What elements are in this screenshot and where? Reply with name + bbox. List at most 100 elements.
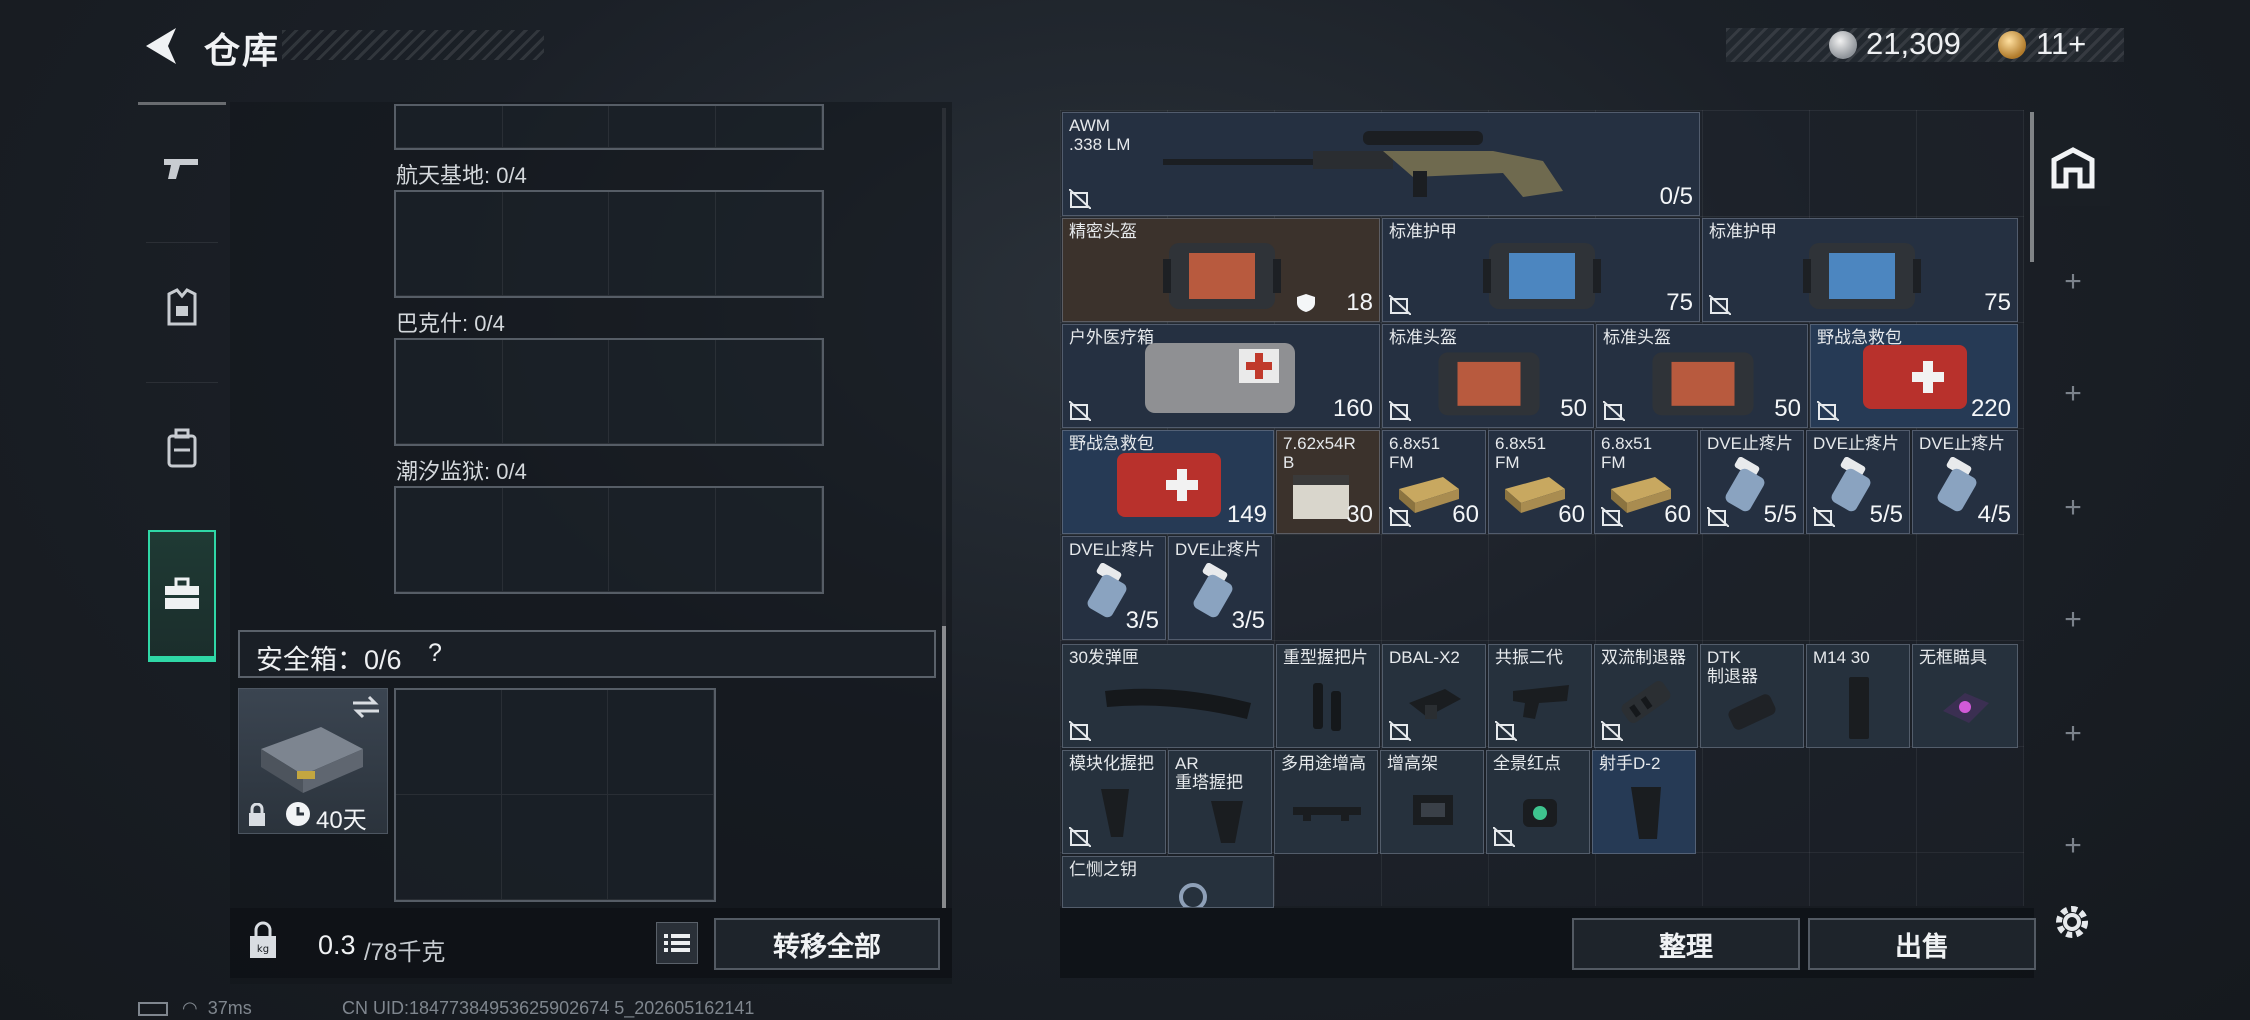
stash-item[interactable]: 精密头盔 18 <box>1062 218 1380 322</box>
map-slot-grid[interactable] <box>394 486 824 594</box>
grip-icon <box>1101 789 1129 837</box>
stash-item[interactable]: 增高架 <box>1380 750 1484 854</box>
add-page-button[interactable]: + <box>2036 590 2110 650</box>
expiry-days: 40天 <box>316 807 367 834</box>
stash-item[interactable]: 标准头盔 50 <box>1382 324 1594 428</box>
add-page-button[interactable]: + <box>2036 478 2110 538</box>
list-icon <box>664 934 690 952</box>
laser-module-icon <box>1409 689 1461 719</box>
stash-item[interactable]: 射手D-2 <box>1592 750 1696 854</box>
stash-item[interactable]: 6.8x51 FM 60 <box>1382 430 1486 534</box>
stash-item[interactable]: DVE止疼片 3/5 <box>1168 536 1272 640</box>
stash-item[interactable]: DVE止疼片 3/5 <box>1062 536 1166 640</box>
scrollbar-thumb[interactable] <box>942 626 946 908</box>
map-label: 潮汐监狱: 0/4 <box>396 459 527 484</box>
stash-item[interactable]: AWM .338 LM 0/5 <box>1062 112 1700 216</box>
map-label: 航天基地: 0/4 <box>396 163 527 188</box>
sort-button[interactable]: 整理 <box>1572 918 1800 970</box>
stash-item[interactable]: 野战急救包 220 <box>1810 324 2018 428</box>
map-label: 巴克什: 0/4 <box>396 311 505 336</box>
first-aid-kit-icon <box>1117 453 1221 517</box>
stash-item[interactable]: 6.8x51 FM 60 <box>1594 430 1698 534</box>
list-view-button[interactable] <box>656 922 698 964</box>
help-icon[interactable]: ? <box>428 639 442 668</box>
stash-item[interactable]: 标准护甲 75 <box>1382 218 1700 322</box>
silver-coin-icon <box>1829 31 1857 59</box>
stash-item[interactable]: DVE止疼片 5/5 <box>1700 430 1804 534</box>
svg-text:kg: kg <box>257 944 269 955</box>
stash-item[interactable]: 双流制退器 <box>1594 644 1698 748</box>
no-insurance-icon <box>1389 507 1411 527</box>
stash-item[interactable]: 全景红点 <box>1486 750 1590 854</box>
stash-page-button[interactable] <box>2036 130 2110 206</box>
no-insurance-icon <box>1493 827 1515 847</box>
stash-item[interactable]: 标准护甲 75 <box>1702 218 2018 322</box>
magazine-icon <box>1105 688 1251 719</box>
swap-icon[interactable] <box>351 695 381 719</box>
map-slot-grid[interactable] <box>394 338 824 446</box>
settings-gear-icon[interactable] <box>2050 900 2094 944</box>
no-insurance-icon <box>1813 507 1835 527</box>
gold-token-icon <box>1998 31 2026 59</box>
stash-item[interactable]: AR 重塔握把 <box>1168 750 1272 854</box>
grip-panel-icon <box>1313 683 1341 731</box>
ping-value: 37ms <box>207 998 252 1018</box>
stash-item[interactable]: 30发弹匣 <box>1062 644 1274 748</box>
tab-backpack[interactable] <box>138 382 226 514</box>
add-page-button[interactable]: + <box>2036 252 2110 312</box>
token-amount[interactable]: 11+ <box>2036 26 2086 62</box>
toolbox-icon <box>165 577 199 609</box>
safebox-slot-grid[interactable] <box>394 688 716 902</box>
safebox-capacity: 安全箱：0/6 <box>256 645 402 675</box>
map-slot-grid[interactable] <box>394 190 824 298</box>
weight-capacity: /78千克 <box>364 939 446 966</box>
no-insurance-icon <box>1603 401 1625 421</box>
no-insurance-icon <box>1069 401 1091 421</box>
no-insurance-icon <box>1817 401 1839 421</box>
stash-item[interactable]: 共振二代 <box>1488 644 1592 748</box>
stash-item[interactable]: 户外医疗箱 160 <box>1062 324 1380 428</box>
stash-item[interactable]: 标准头盔 50 <box>1596 324 1808 428</box>
helmet-crate-icon <box>1163 243 1281 309</box>
map-slot-grid <box>394 104 824 150</box>
stash-item[interactable]: DBAL-X2 <box>1382 644 1486 748</box>
tab-gear[interactable] <box>138 242 226 374</box>
add-page-button[interactable]: + <box>2036 704 2110 764</box>
stash-item[interactable]: 多用途增高 <box>1274 750 1378 854</box>
add-page-button[interactable]: + <box>2036 816 2110 876</box>
add-page-button[interactable]: + <box>2036 364 2110 424</box>
wifi-icon: ◠ <box>182 998 198 1018</box>
stash-item[interactable]: 仁恻之钥 <box>1062 856 1274 908</box>
stash-item[interactable]: DVE止疼片 5/5 <box>1806 430 1910 534</box>
stash-item[interactable]: 重型握把片 <box>1276 644 1380 748</box>
transfer-all-button[interactable]: 转移全部 <box>714 918 940 970</box>
weight-lock-icon[interactable]: kg <box>248 920 278 960</box>
stash-item[interactable]: M14 30 <box>1806 644 1910 748</box>
medical-bag-icon <box>1145 343 1295 413</box>
shield-icon <box>1297 294 1315 312</box>
backpack-icon <box>167 428 197 468</box>
armor-vest-icon <box>167 288 197 326</box>
tab-safebox[interactable] <box>148 530 216 662</box>
stash-item[interactable]: 野战急救包 149 <box>1062 430 1274 534</box>
sell-button[interactable]: 出售 <box>1808 918 2036 970</box>
grip-icon <box>1631 787 1661 839</box>
money-amount: 21,309 <box>1866 26 1961 61</box>
key-icon <box>1179 883 1207 907</box>
stash-item[interactable]: DVE止疼片 4/5 <box>1912 430 2018 534</box>
stash-item[interactable]: 无框瞄具 <box>1912 644 2018 748</box>
no-insurance-icon <box>1389 721 1411 741</box>
holo-sight-icon <box>1943 693 1989 723</box>
uid-text: CN UID:18477384953625902674 5_2026051621… <box>342 998 755 1018</box>
stash-item[interactable]: DTK 制退器 <box>1700 644 1804 748</box>
stash-scrollbar-thumb[interactable] <box>2030 112 2034 262</box>
no-insurance-icon <box>1389 401 1411 421</box>
helmet-crate-icon <box>1438 352 1540 416</box>
no-insurance-icon <box>1389 295 1411 315</box>
armor-crate-icon <box>1483 243 1601 309</box>
stash-item[interactable]: 6.8x51 FM 60 <box>1488 430 1592 534</box>
tab-weapons[interactable] <box>138 102 226 234</box>
stash-item[interactable]: 模块化握把 <box>1062 750 1166 854</box>
stash-item[interactable]: 7.62x54R B 30 <box>1276 430 1380 534</box>
back-arrow-icon[interactable] <box>138 24 182 68</box>
